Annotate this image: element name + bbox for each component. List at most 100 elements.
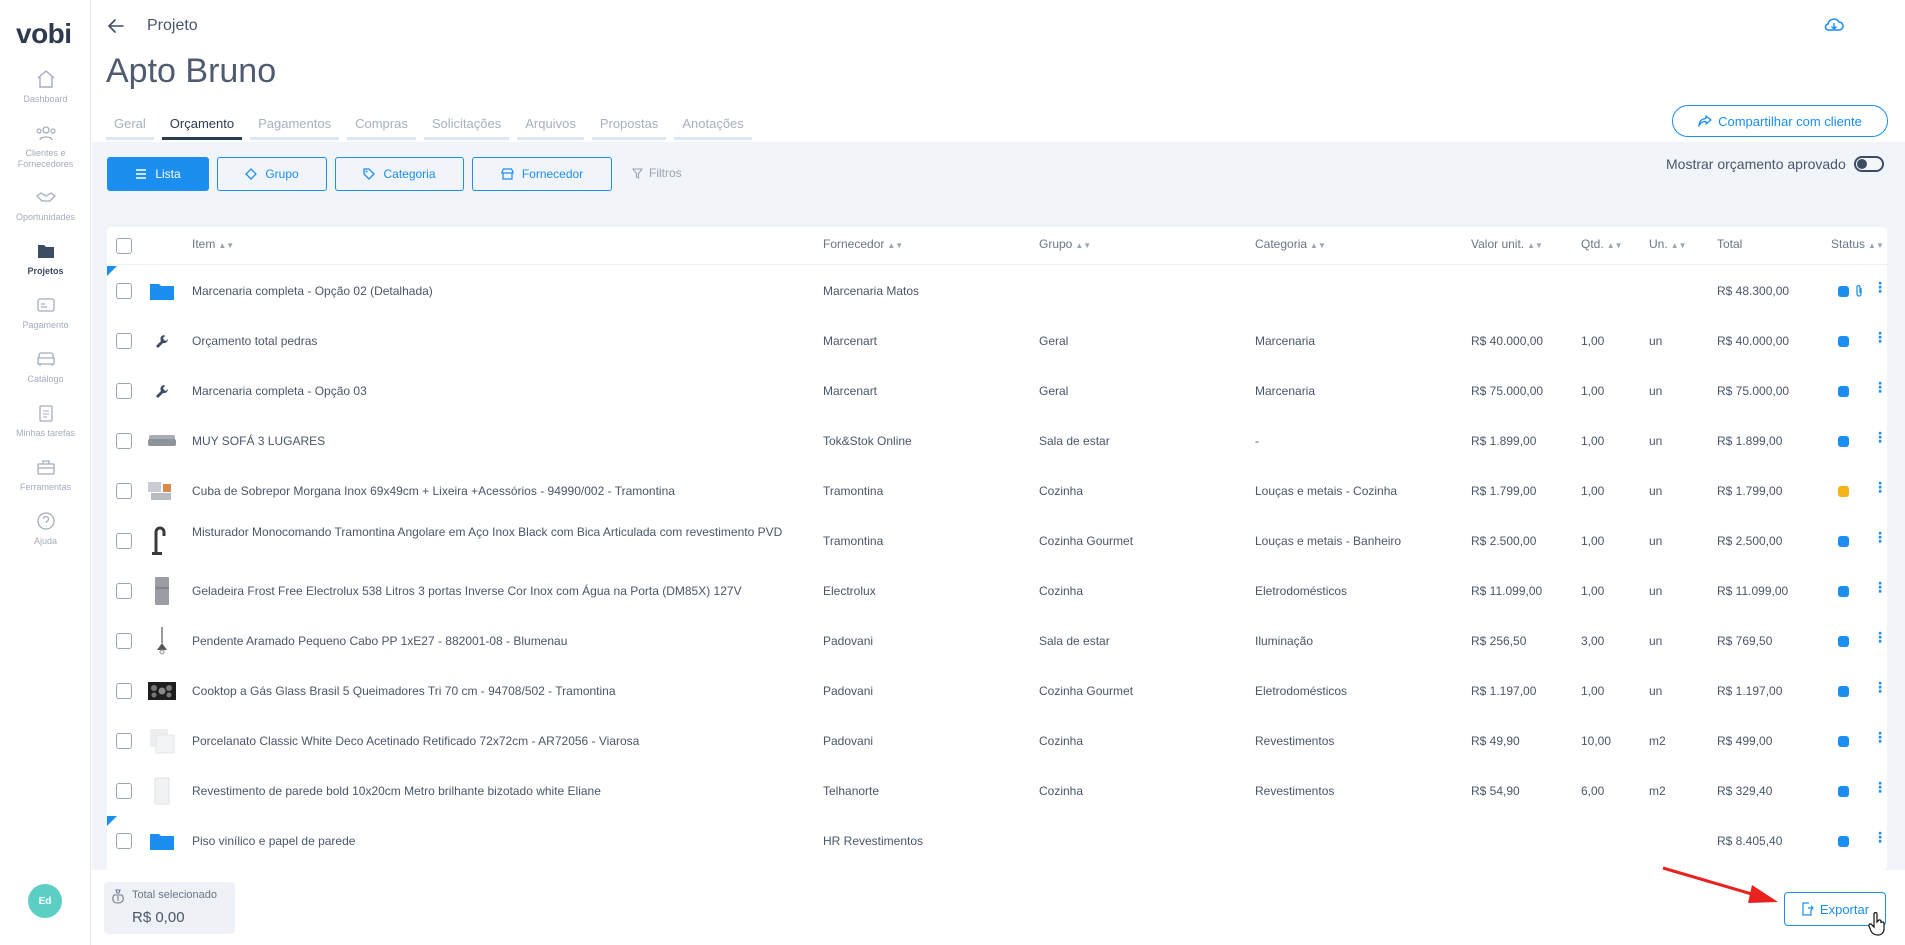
column-header-group[interactable]: Grupo ▲▼ [1039, 237, 1091, 251]
column-header-unit-value[interactable]: Valor unit. ▲▼ [1471, 237, 1543, 251]
row-checkbox[interactable] [116, 383, 132, 399]
select-all-checkbox[interactable] [116, 238, 132, 254]
row-menu-icon[interactable]: ⋮ [1873, 330, 1887, 346]
item-name[interactable]: Pendente Aramado Pequeno Cabo PP 1xE27 -… [192, 634, 567, 648]
row-menu-icon[interactable]: ⋮ [1873, 480, 1887, 496]
table-row[interactable]: Orçamento total pedras Marcenart Geral Marc… [107, 316, 1887, 366]
row-menu-icon[interactable]: ⋮ [1873, 830, 1887, 846]
table-row[interactable]: Cooktop a Gás Glass Brasil 5 Queimadores… [107, 666, 1887, 716]
sidebar-item-ajuda[interactable]: Ajuda [0, 510, 91, 547]
view-group-button[interactable]: Grupo [217, 157, 327, 191]
paperclip-icon[interactable] [1854, 284, 1864, 298]
item-name[interactable]: Geladeira Frost Free Electrolux 538 Litr… [192, 584, 742, 598]
sidebar-item-dashboard[interactable]: Dashboard [0, 68, 91, 105]
column-header-status[interactable]: Status ▲▼ [1831, 237, 1884, 251]
item-name[interactable]: Piso vinílico e papel de parede [192, 834, 355, 848]
status-indicator[interactable] [1838, 486, 1849, 497]
user-avatar[interactable]: Ed [28, 884, 62, 918]
row-checkbox[interactable] [116, 633, 132, 649]
table-row[interactable]: MUY SOFÁ 3 LUGARES Tok&Stok Online Sala de… [107, 416, 1887, 466]
toggle-switch[interactable] [1853, 156, 1884, 172]
tab-geral[interactable]: Geral [106, 112, 154, 140]
row-checkbox[interactable] [116, 333, 132, 349]
sidebar-item-pagamento[interactable]: Pagamento [0, 294, 91, 331]
table-group-row[interactable]: Piso vinílico e papel de parede HR Revest… [107, 816, 1887, 866]
sidebar-item-clientes-e-fornecedores[interactable]: Clientes e Fornecedores [0, 122, 91, 170]
item-name[interactable]: Revestimento de parede bold 10x20cm Metr… [192, 784, 601, 798]
status-indicator[interactable] [1838, 686, 1849, 697]
status-indicator[interactable] [1838, 536, 1849, 547]
item-name[interactable]: Marcenaria completa - Opção 02 (Detalhad… [192, 284, 433, 298]
row-checkbox[interactable] [116, 483, 132, 499]
column-header-item[interactable]: Item ▲▼ [192, 237, 234, 251]
row-checkbox[interactable] [116, 783, 132, 799]
sidebar-item-oportunidades[interactable]: Oportunidades [0, 186, 91, 223]
table-row[interactable]: Marcenaria completa - Opção 03 Marcenart G… [107, 366, 1887, 416]
view-list-button[interactable]: Lista [107, 157, 209, 191]
row-checkbox[interactable] [116, 683, 132, 699]
row-checkbox[interactable] [116, 433, 132, 449]
status-indicator[interactable] [1838, 436, 1849, 447]
row-menu-icon[interactable]: ⋮ [1873, 780, 1887, 796]
row-checkbox[interactable] [116, 833, 132, 849]
column-header-category[interactable]: Categoria ▲▼ [1255, 237, 1326, 251]
tab-propostas[interactable]: Propostas [591, 112, 667, 140]
row-menu-icon[interactable]: ⋮ [1873, 530, 1887, 546]
tab-compras[interactable]: Compras [347, 112, 416, 140]
column-header-total[interactable]: Total [1717, 237, 1742, 251]
sidebar-item-cat-logo[interactable]: Catálogo [0, 348, 91, 385]
row-checkbox[interactable] [116, 283, 132, 299]
item-name[interactable]: Cuba de Sobrepor Morgana Inox 69x49cm + … [192, 484, 675, 498]
column-header-qty[interactable]: Qtd. ▲▼ [1581, 237, 1623, 251]
column-header-unit[interactable]: Un. ▲▼ [1649, 237, 1687, 251]
tab-orcamento[interactable]: Orçamento [161, 112, 243, 140]
view-category-button[interactable]: Categoria [335, 157, 464, 191]
row-menu-icon[interactable]: ⋮ [1873, 430, 1887, 446]
sidebar-item-ferramentas[interactable]: Ferramentas [0, 456, 91, 493]
back-arrow-icon[interactable] [106, 16, 126, 36]
row-menu-icon[interactable]: ⋮ [1873, 280, 1887, 296]
table-row[interactable]: Geladeira Frost Free Electrolux 538 Litr… [107, 566, 1887, 616]
view-supplier-button[interactable]: Fornecedor [472, 157, 612, 191]
item-name[interactable]: Cooktop a Gás Glass Brasil 5 Queimadores… [192, 684, 616, 698]
row-checkbox[interactable] [116, 533, 132, 549]
item-name[interactable]: Misturador Monocomando Tramontina Angola… [192, 524, 792, 541]
status-indicator[interactable] [1838, 736, 1849, 747]
table-row[interactable]: Pendente Aramado Pequeno Cabo PP 1xE27 -… [107, 616, 1887, 666]
status-indicator[interactable] [1838, 286, 1849, 297]
breadcrumb[interactable]: Projeto [147, 17, 198, 35]
tab-solicitacoes[interactable]: Solicitações [423, 112, 510, 140]
row-menu-icon[interactable]: ⋮ [1873, 580, 1887, 596]
table-row[interactable]: Cuba de Sobrepor Morgana Inox 69x49cm + … [107, 466, 1887, 516]
column-header-supplier[interactable]: Fornecedor ▲▼ [823, 237, 903, 251]
status-indicator[interactable] [1838, 786, 1849, 797]
row-checkbox[interactable] [116, 583, 132, 599]
row-menu-icon[interactable]: ⋮ [1873, 380, 1887, 396]
table-row[interactable]: Porcelanato Classic White Deco Acetinado… [107, 716, 1887, 766]
show-approved-toggle[interactable]: Mostrar orçamento aprovado [1666, 156, 1884, 172]
status-indicator[interactable] [1838, 336, 1849, 347]
table-row[interactable]: Revestimento de parede bold 10x20cm Metr… [107, 766, 1887, 816]
table-group-row[interactable]: Marcenaria completa - Opção 02 (Detalhad… [107, 266, 1887, 316]
cloud-sync-icon[interactable] [1824, 16, 1844, 34]
status-indicator[interactable] [1838, 636, 1849, 647]
tab-arquivos[interactable]: Arquivos [517, 112, 584, 140]
row-menu-icon[interactable]: ⋮ [1873, 680, 1887, 696]
sidebar-item-projetos[interactable]: Projetos [0, 240, 91, 277]
row-menu-icon[interactable]: ⋮ [1873, 630, 1887, 646]
vobi-logo[interactable]: vobi [16, 18, 72, 50]
item-name[interactable]: Orçamento total pedras [192, 334, 317, 348]
tab-anotacoes[interactable]: Anotações [674, 112, 752, 140]
item-name[interactable]: Porcelanato Classic White Deco Acetinado… [192, 734, 639, 748]
filters-button[interactable]: Filtros [632, 166, 682, 180]
status-indicator[interactable] [1838, 586, 1849, 597]
share-with-client-button[interactable]: Compartilhar com cliente [1672, 105, 1888, 137]
sidebar-item-minhas-tarefas[interactable]: Minhas tarefas [0, 402, 91, 439]
row-menu-icon[interactable]: ⋮ [1873, 730, 1887, 746]
item-name[interactable]: Marcenaria completa - Opção 03 [192, 384, 367, 398]
status-indicator[interactable] [1838, 836, 1849, 847]
item-name[interactable]: MUY SOFÁ 3 LUGARES [192, 434, 325, 448]
table-row[interactable]: Misturador Monocomando Tramontina Angola… [107, 516, 1887, 566]
status-indicator[interactable] [1838, 386, 1849, 397]
row-checkbox[interactable] [116, 733, 132, 749]
